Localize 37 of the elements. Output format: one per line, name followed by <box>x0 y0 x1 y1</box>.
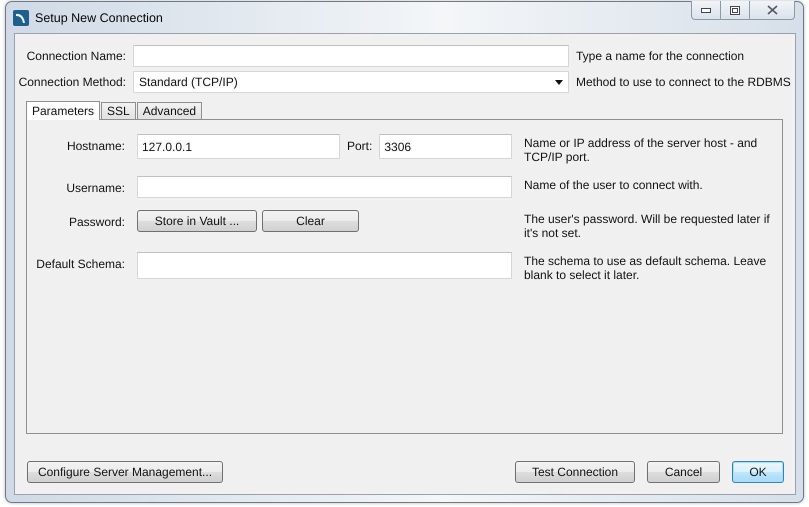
tab[interactable]: SSL <box>101 102 136 119</box>
hint-text: Type a name for the connection <box>576 49 746 63</box>
hostname-field[interactable]: 127.0.0.1 <box>137 134 340 159</box>
minimize-icon <box>701 8 711 12</box>
hint-text: Name or IP address of the server host - and TCP/IP port. <box>524 135 758 164</box>
window-title: Setup New Connection <box>35 10 164 24</box>
tab[interactable]: Advanced <box>136 102 202 119</box>
dialog-button[interactable]: Store in Vault ... <box>137 210 257 232</box>
app-icon <box>13 10 29 26</box>
hint-text: Name of the user to connect with. <box>524 177 704 192</box>
field-label: Connection Name: <box>26 49 126 63</box>
field-label: Username: <box>65 180 125 195</box>
dialog-button[interactable]: OK <box>732 461 784 483</box>
field-label: Connection Method: <box>18 75 126 89</box>
close-icon <box>766 5 778 15</box>
close-button[interactable] <box>750 1 795 20</box>
field-label: Default Schema: <box>35 256 125 271</box>
input-field[interactable] <box>137 176 512 198</box>
maximize-button[interactable] <box>721 1 750 20</box>
hint-text: The user's password. Will be requested later if it's not set. <box>524 211 771 240</box>
tab[interactable]: Parameters <box>26 101 100 120</box>
port-field[interactable]: 3306 <box>379 134 512 159</box>
hint-text: Method to use to connect to the RDBMS <box>576 75 792 89</box>
connection-method-dropdown[interactable]: Standard (TCP/IP) <box>133 71 569 93</box>
dialog-button[interactable]: Cancel <box>647 461 720 483</box>
dialog-button[interactable]: Clear <box>262 210 359 232</box>
maximize-icon <box>730 6 740 14</box>
caret-icon <box>555 80 563 84</box>
field-label: Hostname: <box>66 138 125 153</box>
dialog-button[interactable]: Test Connection <box>515 461 635 483</box>
minimize-button[interactable] <box>691 1 721 20</box>
input-field[interactable] <box>137 252 512 279</box>
dialog-button[interactable]: Configure Server Management... <box>27 461 223 483</box>
field-label: Password: <box>68 214 125 229</box>
hint-text: The schema to use as default schema. Leave blank to select it later. <box>524 253 768 282</box>
field-label: Port: <box>347 138 372 153</box>
connection-name-field[interactable] <box>133 45 569 67</box>
